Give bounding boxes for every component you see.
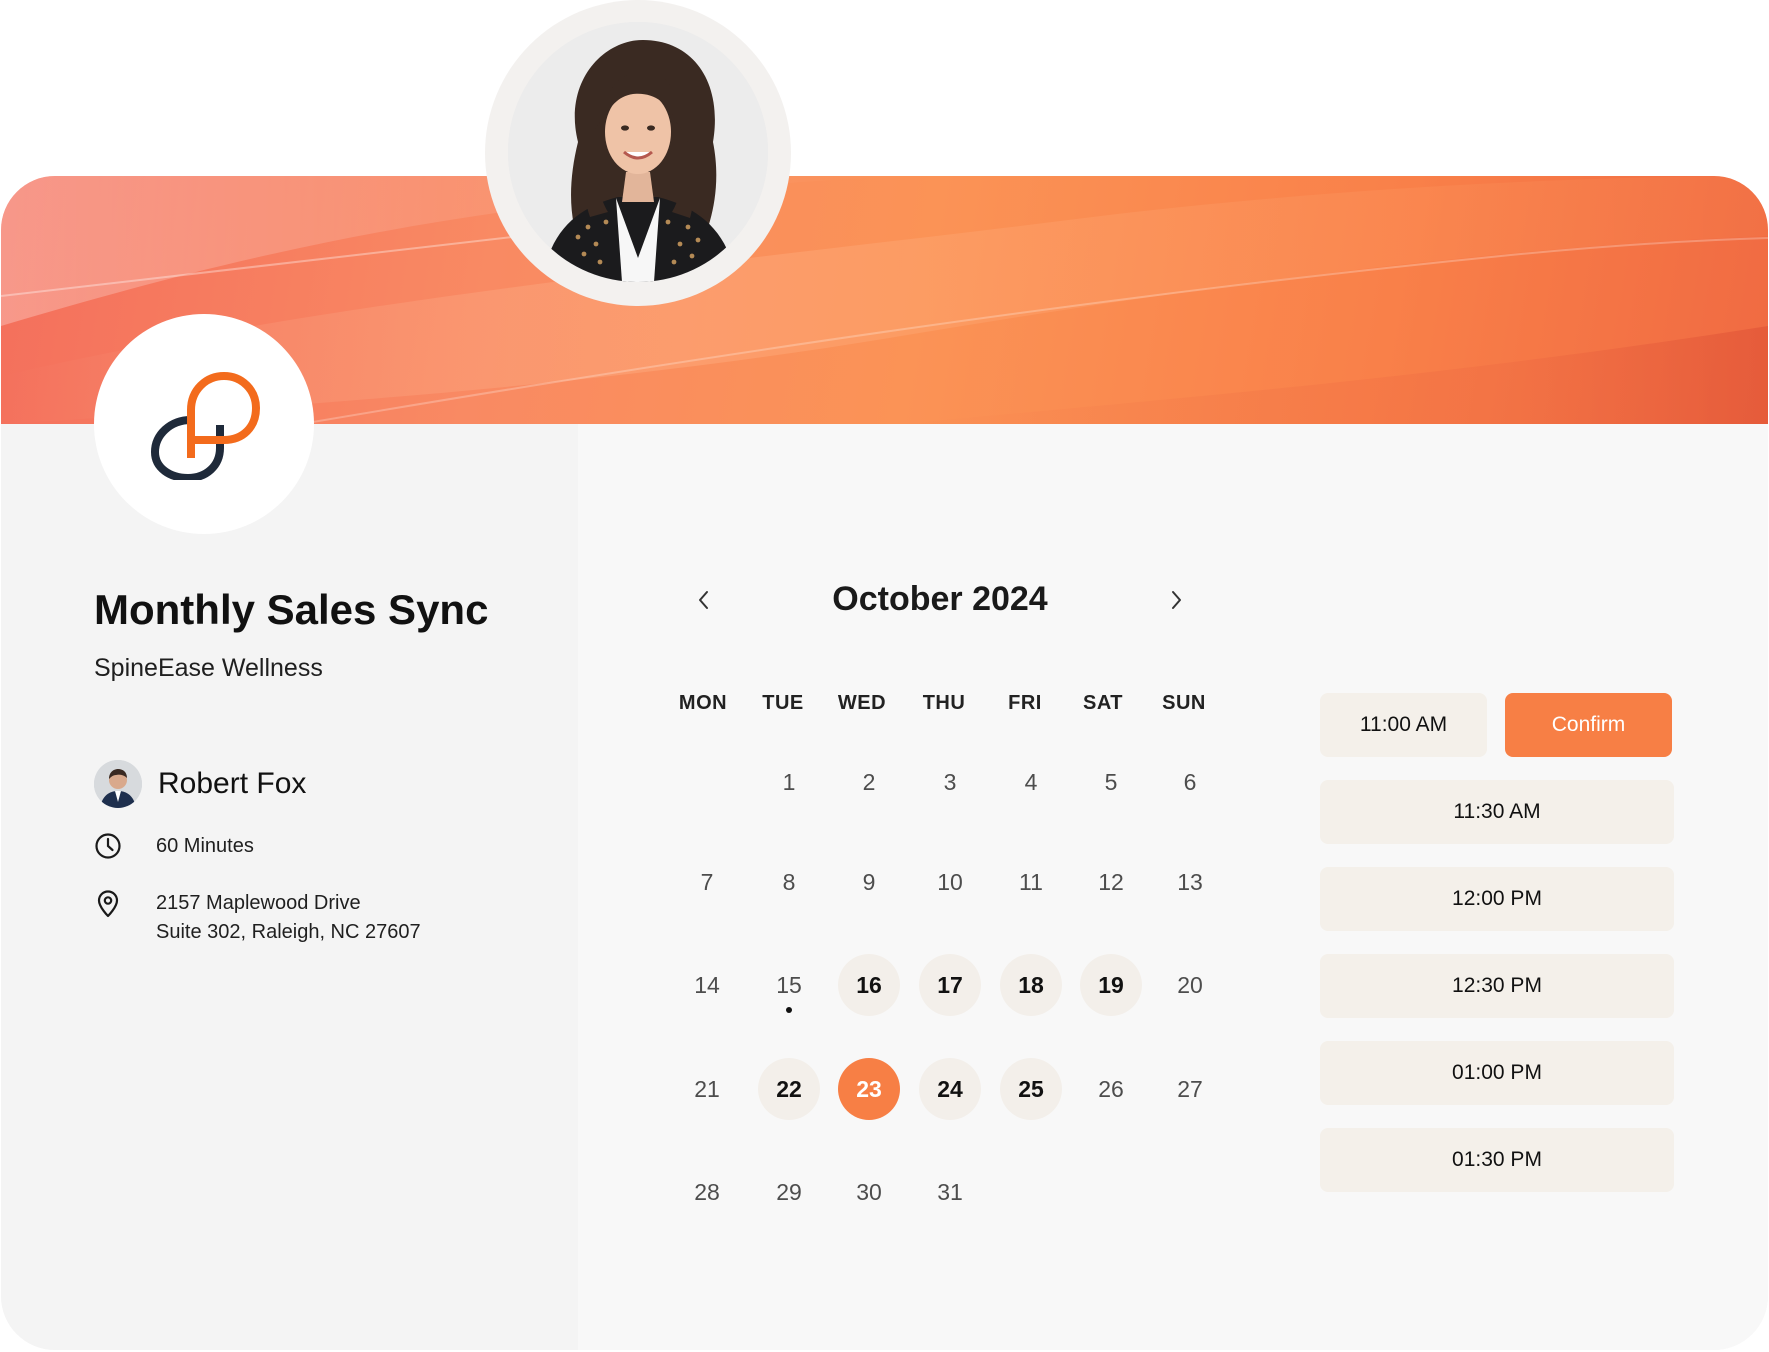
calendar-day: 8 <box>782 868 796 895</box>
weekday-header: FRI <box>1008 692 1042 714</box>
calendar-day: 7 <box>700 868 714 895</box>
calendar-day-available[interactable]: 18 <box>1000 954 1062 1016</box>
duration-row: 60 Minutes <box>94 832 254 864</box>
time-slot[interactable]: 12:00 PM <box>1320 867 1674 931</box>
calendar-day-available[interactable]: 16 <box>838 954 900 1016</box>
chevron-right-icon <box>1172 591 1181 609</box>
company-name: SpineEase Wellness <box>94 654 323 682</box>
location-pin-icon <box>94 889 126 921</box>
time-slot[interactable]: 01:00 PM <box>1320 1041 1674 1105</box>
calendar-day-available[interactable]: 24 <box>919 1058 981 1120</box>
address: 2157 Maplewood Drive Suite 302, Raleigh,… <box>156 889 421 947</box>
today-indicator-dot <box>786 1007 792 1013</box>
organizer: Robert Fox <box>94 760 306 808</box>
time-slot[interactable]: 01:30 PM <box>1320 1128 1674 1192</box>
calendar-day: 21 <box>694 1075 720 1102</box>
weekday-header: WED <box>837 692 887 714</box>
weekday-header: SAT <box>1082 692 1123 714</box>
calendar-day: 6 <box>1183 768 1197 795</box>
calendar-day: 2 <box>862 768 876 795</box>
calendar-day: 27 <box>1177 1075 1203 1102</box>
calendar-day-available[interactable]: 25 <box>1000 1058 1062 1120</box>
next-month-button[interactable] <box>1152 576 1200 624</box>
calendar-day: 4 <box>1024 768 1038 795</box>
time-slot[interactable]: 11:30 AM <box>1320 780 1674 844</box>
calendar-day: 26 <box>1098 1075 1124 1102</box>
address-line-2: Suite 302, Raleigh, NC 27607 <box>156 921 421 943</box>
previous-month-button[interactable] <box>680 576 728 624</box>
calendar-day: 29 <box>776 1178 802 1205</box>
calendar-day: 3 <box>943 768 957 795</box>
month-navigation: October 2024 <box>680 576 1200 624</box>
organizer-name: Robert Fox <box>158 767 307 800</box>
time-slot[interactable]: 12:30 PM <box>1320 954 1674 1018</box>
calendar-day: 28 <box>694 1178 720 1205</box>
weekday-header: MON <box>678 692 728 714</box>
calendar-day: 20 <box>1177 971 1203 998</box>
organizer-avatar <box>94 760 142 808</box>
calendar-day: 31 <box>937 1178 963 1205</box>
calendar-day: 5 <box>1104 768 1118 795</box>
event-details-panel <box>1 424 578 1350</box>
person-avatar-icon <box>94 760 142 808</box>
location-row: 2157 Maplewood Drive Suite 302, Raleigh,… <box>94 889 421 947</box>
brand-logo <box>94 314 314 534</box>
calendar-day-selected[interactable]: 23 <box>838 1058 900 1120</box>
weekday-header: SUN <box>1162 692 1206 714</box>
calendar-day: 11 <box>1019 868 1043 895</box>
confirm-button[interactable]: Confirm <box>1505 693 1672 757</box>
weekday-header: THU <box>922 692 966 714</box>
duration-text: 60 Minutes <box>156 835 254 857</box>
event-title: Monthly Sales Sync <box>94 586 489 633</box>
time-slot-selected[interactable]: 11:00 AM <box>1320 693 1487 757</box>
address-line-1: 2157 Maplewood Drive <box>156 892 361 914</box>
weekday-header: TUE <box>762 692 804 714</box>
clock-icon <box>94 832 126 864</box>
host-avatar <box>508 22 768 282</box>
month-label: October 2024 <box>832 580 1048 618</box>
chevron-left-icon <box>699 591 708 609</box>
calendar-day-available[interactable]: 19 <box>1080 954 1142 1016</box>
brand-logo-mark <box>150 371 260 480</box>
calendar-day-available[interactable]: 17 <box>919 954 981 1016</box>
calendar-day: 9 <box>862 868 876 895</box>
calendar-day: 13 <box>1177 868 1203 895</box>
calendar-day: 10 <box>937 868 963 895</box>
calendar-day: 30 <box>856 1178 882 1205</box>
calendar-day: 14 <box>694 971 720 998</box>
calendar-day-available[interactable]: 22 <box>758 1058 820 1120</box>
host-photo-illustration <box>508 22 768 282</box>
calendar-day: 1 <box>782 768 796 795</box>
calendar-day: 12 <box>1098 868 1124 895</box>
